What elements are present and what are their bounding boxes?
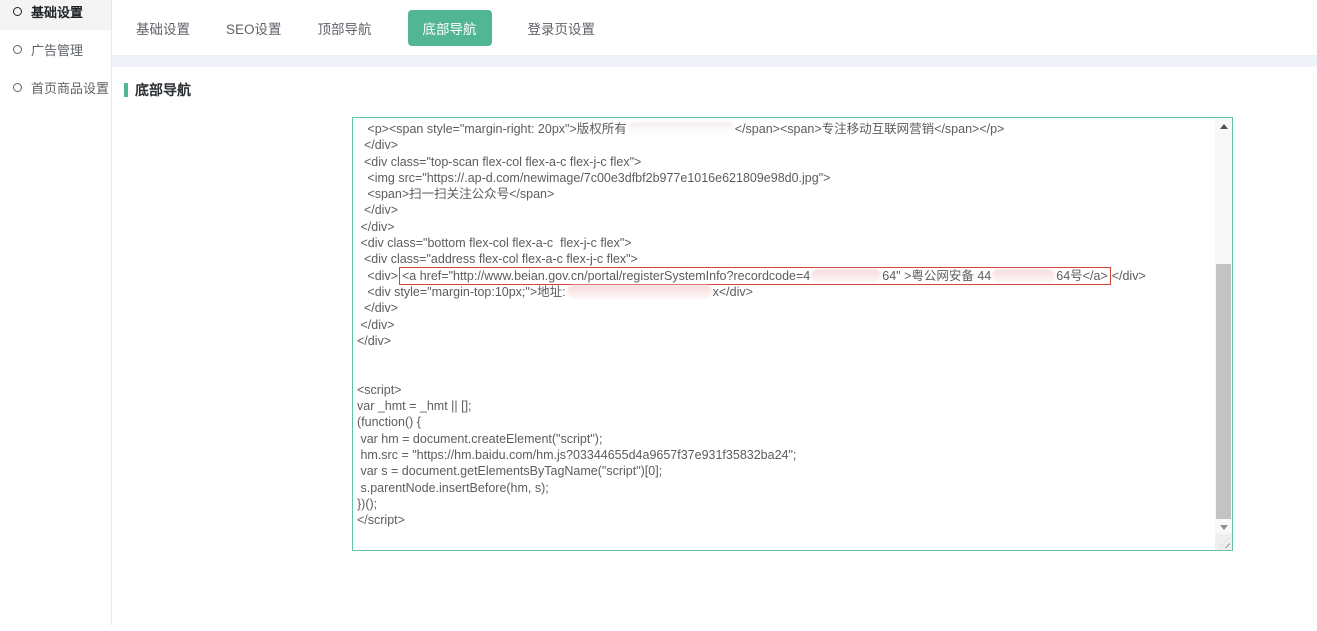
redacted-text xyxy=(567,285,712,298)
tab-seo-settings[interactable]: SEO设置 xyxy=(226,10,282,46)
sidebar-item-label: 首页商品设置 xyxy=(31,78,109,97)
tab-login-page-settings[interactable]: 登录页设置 xyxy=(528,10,596,46)
content-panel: 底部导航 <p><span style="margin-right: 20px"… xyxy=(112,67,1317,631)
textarea-resize-handle[interactable] xyxy=(1215,534,1232,550)
code-line: var hm = document.createElement("script"… xyxy=(357,431,1209,447)
scrollbar-thumb[interactable] xyxy=(1216,264,1231,519)
code-line: <p><span style="margin-right: 20px">版权所有… xyxy=(357,121,1209,137)
code-line: })(); xyxy=(357,496,1209,512)
tab-bar: 基础设置 SEO设置 顶部导航 底部导航 登录页设置 xyxy=(112,0,1317,56)
section-header: 底部导航 xyxy=(124,80,1317,100)
tab-top-nav[interactable]: 顶部导航 xyxy=(318,10,372,46)
code-line: </div> xyxy=(357,333,1209,349)
scroll-down-button[interactable] xyxy=(1215,519,1232,535)
code-line: hm.src = "https://hm.baidu.com/hm.js?033… xyxy=(357,447,1209,463)
radio-circle-icon xyxy=(13,45,22,54)
sidebar: 基础设置 广告管理 首页商品设置 xyxy=(0,0,112,631)
sidebar-item-label: 广告管理 xyxy=(31,40,83,59)
code-line: <span>扫一扫关注公众号</span> xyxy=(357,186,1209,202)
redacted-text xyxy=(628,122,734,135)
code-line: <div><a href="http://www.beian.gov.cn/po… xyxy=(357,268,1209,284)
section-divider xyxy=(112,56,1317,67)
code-line: <script> xyxy=(357,382,1209,398)
code-line: <img src="https://.ap-d.com/newimage/7c0… xyxy=(357,170,1209,186)
code-line: (function() { xyxy=(357,414,1209,430)
code-line xyxy=(357,349,1209,365)
arrow-up-icon xyxy=(1220,124,1228,129)
redacted-text xyxy=(811,269,881,282)
sidebar-item-ad-management[interactable]: 广告管理 xyxy=(0,30,112,68)
code-line: <div class="top-scan flex-col flex-a-c f… xyxy=(357,154,1209,170)
radio-circle-icon xyxy=(13,7,22,16)
settings-page: 基础设置 广告管理 首页商品设置 基础设置 SEO设置 顶部导航 底部导航 登录… xyxy=(0,0,1317,631)
section-accent-bar xyxy=(124,83,128,97)
code-line: </div> xyxy=(357,202,1209,218)
code-line: </div> xyxy=(357,317,1209,333)
code-line: </div> xyxy=(357,219,1209,235)
redacted-text xyxy=(992,269,1055,282)
scroll-up-button[interactable] xyxy=(1215,118,1232,134)
sidebar-item-home-product-settings[interactable]: 首页商品设置 xyxy=(0,68,112,106)
code-line: <div class="address flex-col flex-a-c fl… xyxy=(357,251,1209,267)
code-line: </div> xyxy=(357,137,1209,153)
code-line: <div style="margin-top:10px;">地址:x</div> xyxy=(357,284,1209,300)
code-line: </script> xyxy=(357,512,1209,528)
footer-nav-code-textarea[interactable]: <p><span style="margin-right: 20px">版权所有… xyxy=(352,117,1233,551)
code-line: </div> xyxy=(357,300,1209,316)
code-line: var _hmt = _hmt || []; xyxy=(357,398,1209,414)
radio-circle-icon xyxy=(13,83,22,92)
page-title: 底部导航 xyxy=(135,80,191,100)
sidebar-menu: 基础设置 广告管理 首页商品设置 xyxy=(0,0,112,106)
red-highlight-box: <a href="http://www.beian.gov.cn/portal/… xyxy=(400,268,1110,284)
sidebar-item-label: 基础设置 xyxy=(31,2,83,21)
code-line: s.parentNode.insertBefore(hm, s); xyxy=(357,480,1209,496)
code-line xyxy=(357,365,1209,381)
tab-bottom-nav[interactable]: 底部导航 xyxy=(408,10,492,46)
code-editor-content[interactable]: <p><span style="margin-right: 20px">版权所有… xyxy=(353,118,1215,550)
vertical-scrollbar[interactable] xyxy=(1215,118,1232,535)
tab-basic-settings[interactable]: 基础设置 xyxy=(136,10,190,46)
code-line: <div class="bottom flex-col flex-a-c fle… xyxy=(357,235,1209,251)
sidebar-item-basic-settings[interactable]: 基础设置 xyxy=(0,0,112,30)
code-line: var s = document.getElementsByTagName("s… xyxy=(357,463,1209,479)
arrow-down-icon xyxy=(1220,525,1228,530)
